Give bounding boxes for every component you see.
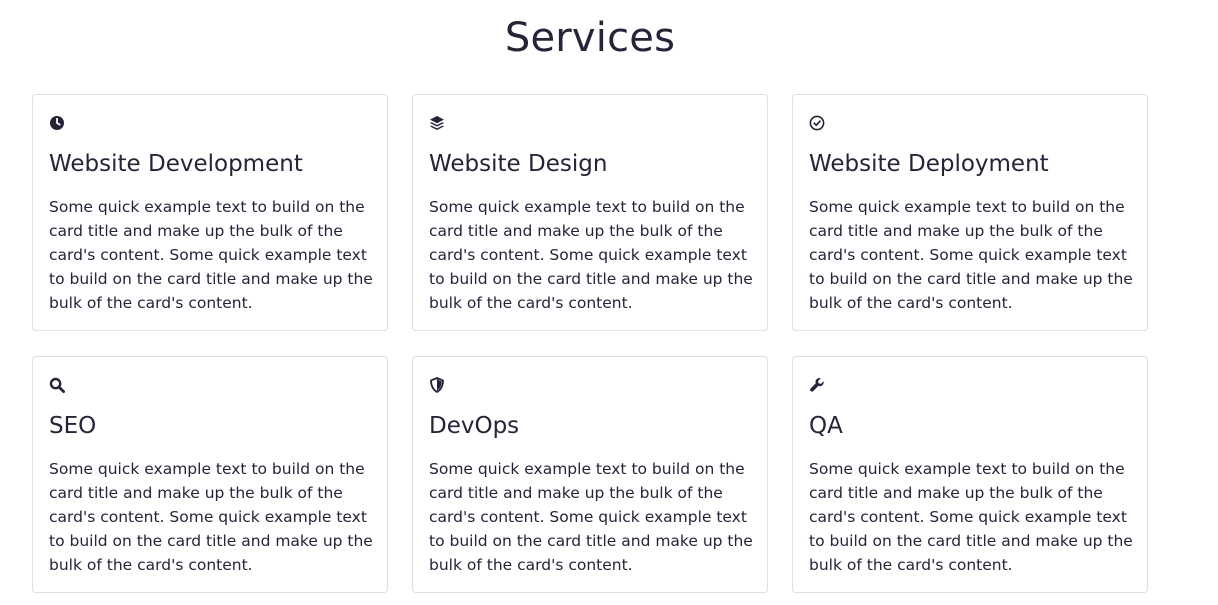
- wrench-icon: [809, 377, 825, 393]
- card-title: SEO: [49, 413, 97, 439]
- card-title: Website Deployment: [809, 151, 1049, 177]
- clock-icon: [49, 115, 65, 131]
- card-text: Some quick example text to build on the …: [809, 198, 1133, 312]
- card-text: Some quick example text to build on the …: [49, 198, 373, 312]
- service-card-website-design: Website Design Some quick example text t…: [412, 94, 768, 331]
- card-title: QA: [809, 413, 843, 439]
- service-card-website-development: Website Development Some quick example t…: [32, 94, 388, 331]
- card-title: Website Development: [49, 151, 303, 177]
- card-title: DevOps: [429, 413, 520, 439]
- card-text: Some quick example text to build on the …: [809, 460, 1133, 574]
- card-text: Some quick example text to build on the …: [49, 460, 373, 574]
- service-card-seo: SEO Some quick example text to build on …: [32, 356, 388, 593]
- card-text: Some quick example text to build on the …: [429, 460, 753, 574]
- page-title: Services: [504, 15, 676, 61]
- service-card-website-deployment: Website Deployment Some quick example te…: [792, 94, 1148, 331]
- check-circle-icon: [809, 115, 825, 131]
- service-card-qa: QA Some quick example text to build on t…: [792, 356, 1148, 593]
- search-icon: [49, 377, 65, 393]
- card-title: Website Design: [429, 151, 608, 177]
- layers-icon: [429, 115, 445, 131]
- shield-icon: [429, 377, 445, 393]
- card-text: Some quick example text to build on the …: [429, 198, 753, 312]
- service-card-devops: DevOps Some quick example text to build …: [412, 356, 768, 593]
